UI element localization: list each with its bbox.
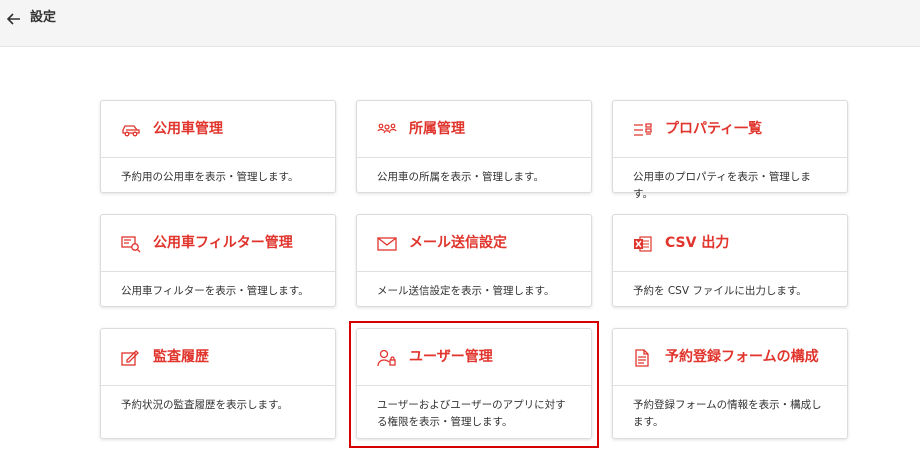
card-title: 予約登録フォームの構成 <box>665 349 819 365</box>
excel-icon <box>633 235 653 253</box>
card-title: 公用車管理 <box>153 121 223 137</box>
page-title: 設定 <box>30 10 57 25</box>
document-icon <box>633 349 653 367</box>
header-bar: 設定 <box>0 0 920 47</box>
card-description: 公用車の所属を表示・管理します。 <box>377 171 544 183</box>
card-title: ユーザー管理 <box>409 349 493 365</box>
card-header: ユーザー管理 <box>357 329 591 386</box>
card-title: 公用車フィルター管理 <box>153 235 293 251</box>
card-mail-settings[interactable]: メール送信設定 メール送信設定を表示・管理します。 <box>356 214 592 307</box>
card-header: 公用車フィルター管理 <box>101 215 335 272</box>
card-header: 監査履歴 <box>101 329 335 386</box>
card-description: 公用車のプロパティを表示・管理します。 <box>633 171 811 200</box>
card-csv-export[interactable]: CSV 出力 予約を CSV ファイルに出力します。 <box>612 214 848 307</box>
filter-search-icon <box>121 235 141 253</box>
arrow-left-icon[interactable] <box>5 11 23 27</box>
card-description: メール送信設定を表示・管理します。 <box>377 285 555 297</box>
list-icon <box>633 121 653 139</box>
card-description: 予約を CSV ファイルに出力します。 <box>633 285 807 297</box>
card-header: CSV 出力 <box>613 215 847 272</box>
card-title: メール送信設定 <box>409 235 507 251</box>
card-description: 公用車フィルターを表示・管理します。 <box>121 285 309 297</box>
card-title: 所属管理 <box>409 121 465 137</box>
user-lock-icon <box>377 349 397 367</box>
card-header: 公用車管理 <box>101 101 335 158</box>
card-user-management[interactable]: ユーザー管理 ユーザーおよびユーザーのアプリに対する権限を表示・管理します。 <box>356 328 592 439</box>
card-description: 予約状況の監査履歴を表示します。 <box>121 399 288 411</box>
card-affiliation-management[interactable]: 所属管理 公用車の所属を表示・管理します。 <box>356 100 592 193</box>
card-vehicle-management[interactable]: 公用車管理 予約用の公用車を表示・管理します。 <box>100 100 336 193</box>
card-header: 所属管理 <box>357 101 591 158</box>
car-icon <box>121 121 141 139</box>
group-icon <box>377 121 397 139</box>
card-header: 予約登録フォームの構成 <box>613 329 847 386</box>
card-description: 予約用の公用車を表示・管理します。 <box>121 171 299 183</box>
card-vehicle-filter-management[interactable]: 公用車フィルター管理 公用車フィルターを表示・管理します。 <box>100 214 336 307</box>
card-audit-history[interactable]: 監査履歴 予約状況の監査履歴を表示します。 <box>100 328 336 439</box>
card-header: メール送信設定 <box>357 215 591 272</box>
card-title: 監査履歴 <box>153 349 209 365</box>
mail-icon <box>377 235 397 253</box>
card-title: CSV 出力 <box>665 235 730 251</box>
card-description: ユーザーおよびユーザーのアプリに対する権限を表示・管理します。 <box>377 399 566 428</box>
card-title: プロパティ一覧 <box>665 121 763 137</box>
edit-icon <box>121 349 141 367</box>
card-header: プロパティ一覧 <box>613 101 847 158</box>
card-reservation-form-config[interactable]: 予約登録フォームの構成 予約登録フォームの情報を表示・構成します。 <box>612 328 848 439</box>
card-description: 予約登録フォームの情報を表示・構成します。 <box>633 399 822 428</box>
card-property-list[interactable]: プロパティ一覧 公用車のプロパティを表示・管理します。 <box>612 100 848 200</box>
